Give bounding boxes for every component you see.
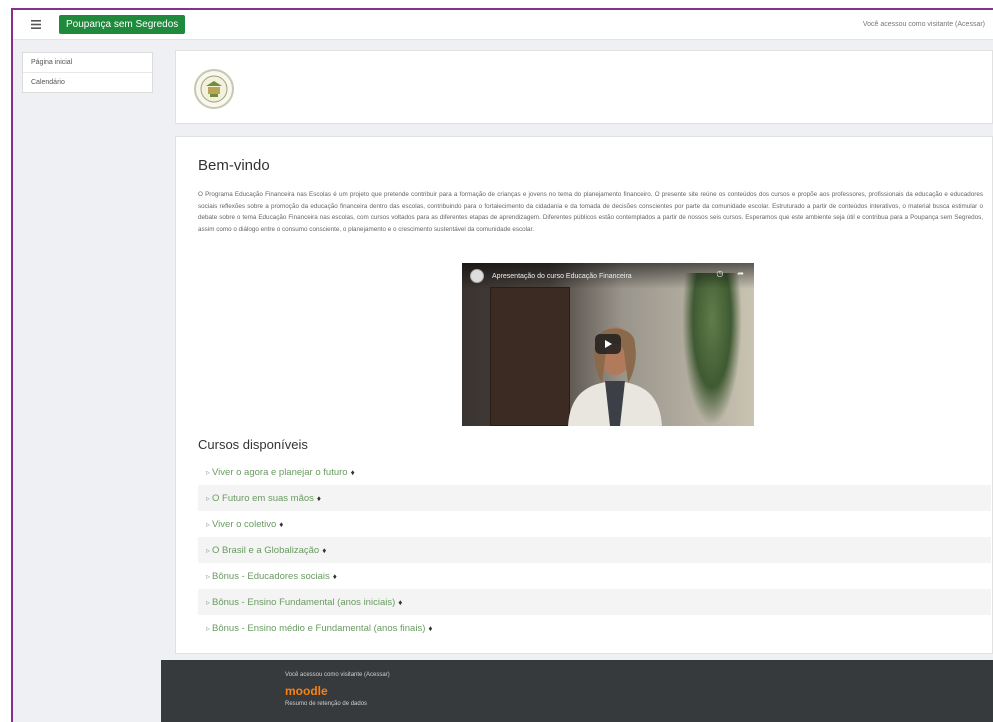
main-content: Bem-vindo O Programa Educação Financeira… bbox=[175, 136, 993, 654]
course-item[interactable]: ▹ O Futuro em suas mãos ♦ bbox=[198, 485, 991, 511]
expand-arrow-icon[interactable]: ▹ bbox=[206, 546, 210, 555]
course-list: ▹ Viver o agora e planejar o futuro ♦ ▹ O F… bbox=[198, 459, 991, 641]
moodle-logo[interactable]: moodle bbox=[285, 684, 328, 698]
key-icon: ♦ bbox=[428, 623, 433, 633]
key-icon: ♦ bbox=[398, 597, 403, 607]
expand-arrow-icon[interactable]: ▹ bbox=[206, 468, 210, 477]
drawer-list: Página inicial Calendário bbox=[22, 52, 153, 93]
course-item[interactable]: ▹ O Brasil e a Globalização ♦ bbox=[198, 537, 991, 563]
key-icon: ♦ bbox=[279, 519, 284, 529]
hamburger-icon[interactable] bbox=[21, 10, 51, 40]
expand-arrow-icon[interactable]: ▹ bbox=[206, 520, 210, 529]
course-item[interactable]: ▹ Bônus - Ensino médio e Fundamental (ano… bbox=[198, 615, 991, 641]
course-item[interactable]: ▹ Viver o coletivo ♦ bbox=[198, 511, 991, 537]
key-icon: ♦ bbox=[322, 545, 327, 555]
expand-arrow-icon[interactable]: ▹ bbox=[206, 572, 210, 581]
watch-later-icon[interactable]: ◷ bbox=[716, 269, 723, 278]
course-item[interactable]: ▹ Bônus - Educadores sociais ♦ bbox=[198, 563, 991, 589]
site-logo bbox=[194, 69, 234, 109]
video-player[interactable]: Apresentação do curso Educação Financeir… bbox=[462, 263, 754, 426]
expand-arrow-icon[interactable]: ▹ bbox=[206, 624, 210, 633]
expand-arrow-icon[interactable]: ▹ bbox=[206, 494, 210, 503]
course-link[interactable]: Bônus - Ensino Fundamental (anos iniciai… bbox=[212, 597, 395, 608]
key-icon: ♦ bbox=[316, 493, 322, 503]
channel-avatar[interactable] bbox=[470, 269, 484, 283]
course-link[interactable]: Bônus - Ensino médio e Fundamental (anos… bbox=[212, 623, 425, 634]
browser-frame: Poupança sem Segredos Você acessou como … bbox=[11, 8, 993, 722]
play-icon[interactable] bbox=[595, 334, 621, 354]
course-link[interactable]: O Brasil e a Globalização bbox=[212, 545, 319, 556]
site-brand[interactable]: Poupança sem Segredos bbox=[59, 15, 186, 34]
video-person bbox=[568, 327, 662, 426]
key-icon: ♦ bbox=[350, 467, 355, 477]
page-footer: Você acessou como visitante (Acessar) mo… bbox=[161, 660, 993, 722]
footer-login-info[interactable]: Você acessou como visitante (Acessar) bbox=[285, 672, 390, 678]
intro-text: O Programa Educação Financeira nas Escol… bbox=[198, 191, 983, 233]
data-retention-link[interactable]: Resumo de retenção de dados bbox=[285, 701, 367, 707]
video-title[interactable]: Apresentação do curso Educação Financeir… bbox=[492, 273, 632, 280]
course-link[interactable]: Viver o agora e planejar o futuro bbox=[212, 467, 348, 478]
courses-heading: Cursos disponíveis bbox=[198, 437, 308, 452]
drawer-item-calendar[interactable]: Calendário bbox=[23, 73, 152, 92]
share-icon[interactable]: ➦ bbox=[737, 269, 744, 278]
course-link[interactable]: Bônus - Educadores sociais bbox=[212, 571, 330, 582]
welcome-heading: Bem-vindo bbox=[198, 157, 270, 174]
key-icon: ♦ bbox=[332, 571, 337, 581]
video-actions: ◷ ➦ bbox=[716, 269, 744, 278]
login-info[interactable]: Você acessou como visitante (Acessar) bbox=[863, 21, 985, 28]
video-titlebar: Apresentação do curso Educação Financeir… bbox=[462, 263, 754, 289]
course-link[interactable]: O Futuro em suas mãos bbox=[212, 493, 314, 504]
course-link[interactable]: Viver o coletivo bbox=[212, 519, 276, 530]
video-plant bbox=[682, 273, 742, 426]
expand-arrow-icon[interactable]: ▹ bbox=[206, 598, 210, 607]
course-item[interactable]: ▹ Bônus - Ensino Fundamental (anos inicia… bbox=[198, 589, 991, 615]
course-item[interactable]: ▹ Viver o agora e planejar o futuro ♦ bbox=[198, 459, 991, 485]
drawer-item-home[interactable]: Página inicial bbox=[23, 53, 152, 73]
page-header bbox=[175, 50, 993, 124]
nav-drawer: Página inicial Calendário bbox=[13, 40, 161, 660]
top-navbar: Poupança sem Segredos Você acessou como … bbox=[13, 10, 993, 40]
